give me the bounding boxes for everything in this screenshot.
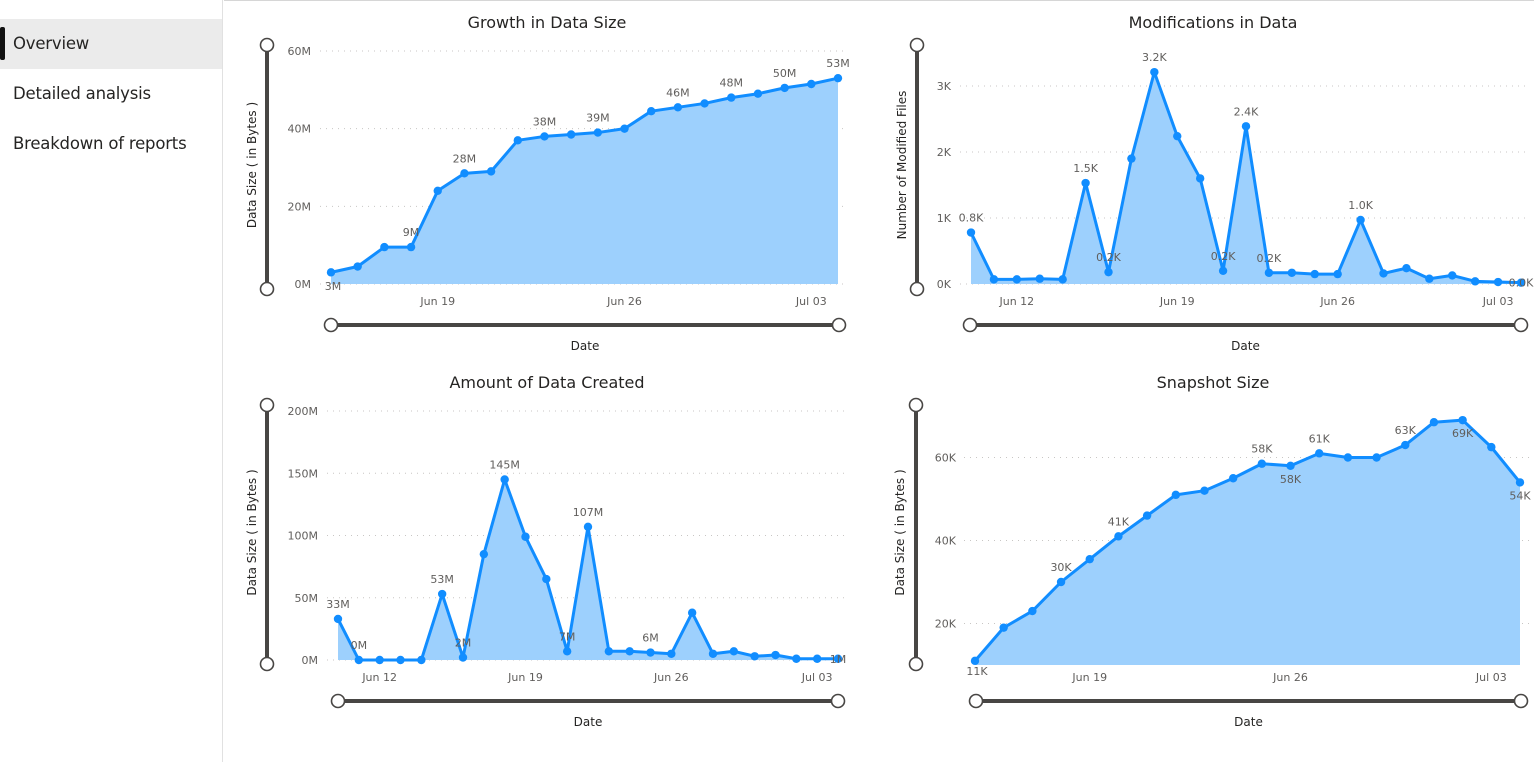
chart-svg: Snapshot Size 20K 40K 60K Data Size ( in Byt…	[893, 373, 1531, 729]
x-tick-label: Jun 26	[1272, 671, 1308, 684]
area-fill	[975, 420, 1520, 665]
data-point[interactable]	[999, 623, 1008, 632]
y-range-slider-min-handle[interactable]	[908, 656, 924, 672]
x-range-slider-end-handle[interactable]	[1513, 693, 1529, 709]
data-point[interactable]	[1315, 449, 1324, 458]
data-point[interactable]	[1257, 459, 1267, 468]
data-label: 30K	[1050, 561, 1072, 574]
x-range-slider-start-handle[interactable]	[968, 693, 984, 709]
data-label: 58K	[1280, 473, 1302, 486]
data-point[interactable]	[1171, 490, 1180, 500]
data-point[interactable]	[1228, 474, 1238, 483]
data-point[interactable]	[1372, 453, 1381, 462]
y-tick-label: 40K	[935, 535, 957, 548]
chart-title: Snapshot Size	[1157, 373, 1270, 392]
data-point[interactable]	[1056, 577, 1066, 587]
data-point[interactable]	[1458, 415, 1467, 425]
data-point[interactable]	[1028, 606, 1037, 616]
data-label: 63K	[1395, 424, 1417, 437]
data-label: 41K	[1108, 515, 1130, 528]
data-label: 69K	[1452, 427, 1474, 440]
x-tick-label: Jun 19	[1071, 671, 1107, 684]
data-point[interactable]	[970, 656, 980, 666]
y-tick-label: 60K	[935, 452, 957, 465]
data-point[interactable]	[1286, 461, 1295, 470]
data-point[interactable]	[1401, 440, 1410, 450]
x-tick-label: Jul 03	[1475, 671, 1507, 684]
data-point[interactable]	[1085, 554, 1094, 564]
data-point[interactable]	[1114, 532, 1123, 541]
data-point[interactable]	[1487, 442, 1496, 452]
y-tick-label: 20K	[935, 618, 957, 631]
data-label: 11K	[966, 665, 988, 678]
data-point[interactable]	[1142, 511, 1152, 520]
data-label: 54K	[1509, 489, 1531, 502]
x-axis-label: Date	[1234, 715, 1263, 729]
data-point[interactable]	[1429, 418, 1439, 427]
data-point[interactable]	[1200, 486, 1209, 495]
data-label: 58K	[1251, 443, 1273, 456]
data-label: 61K	[1309, 432, 1331, 445]
y-range-slider-max-handle[interactable]	[908, 397, 924, 413]
y-axis-label: Data Size ( in Bytes )	[893, 469, 907, 595]
data-point[interactable]	[1343, 453, 1353, 462]
data-point[interactable]	[1515, 478, 1525, 487]
